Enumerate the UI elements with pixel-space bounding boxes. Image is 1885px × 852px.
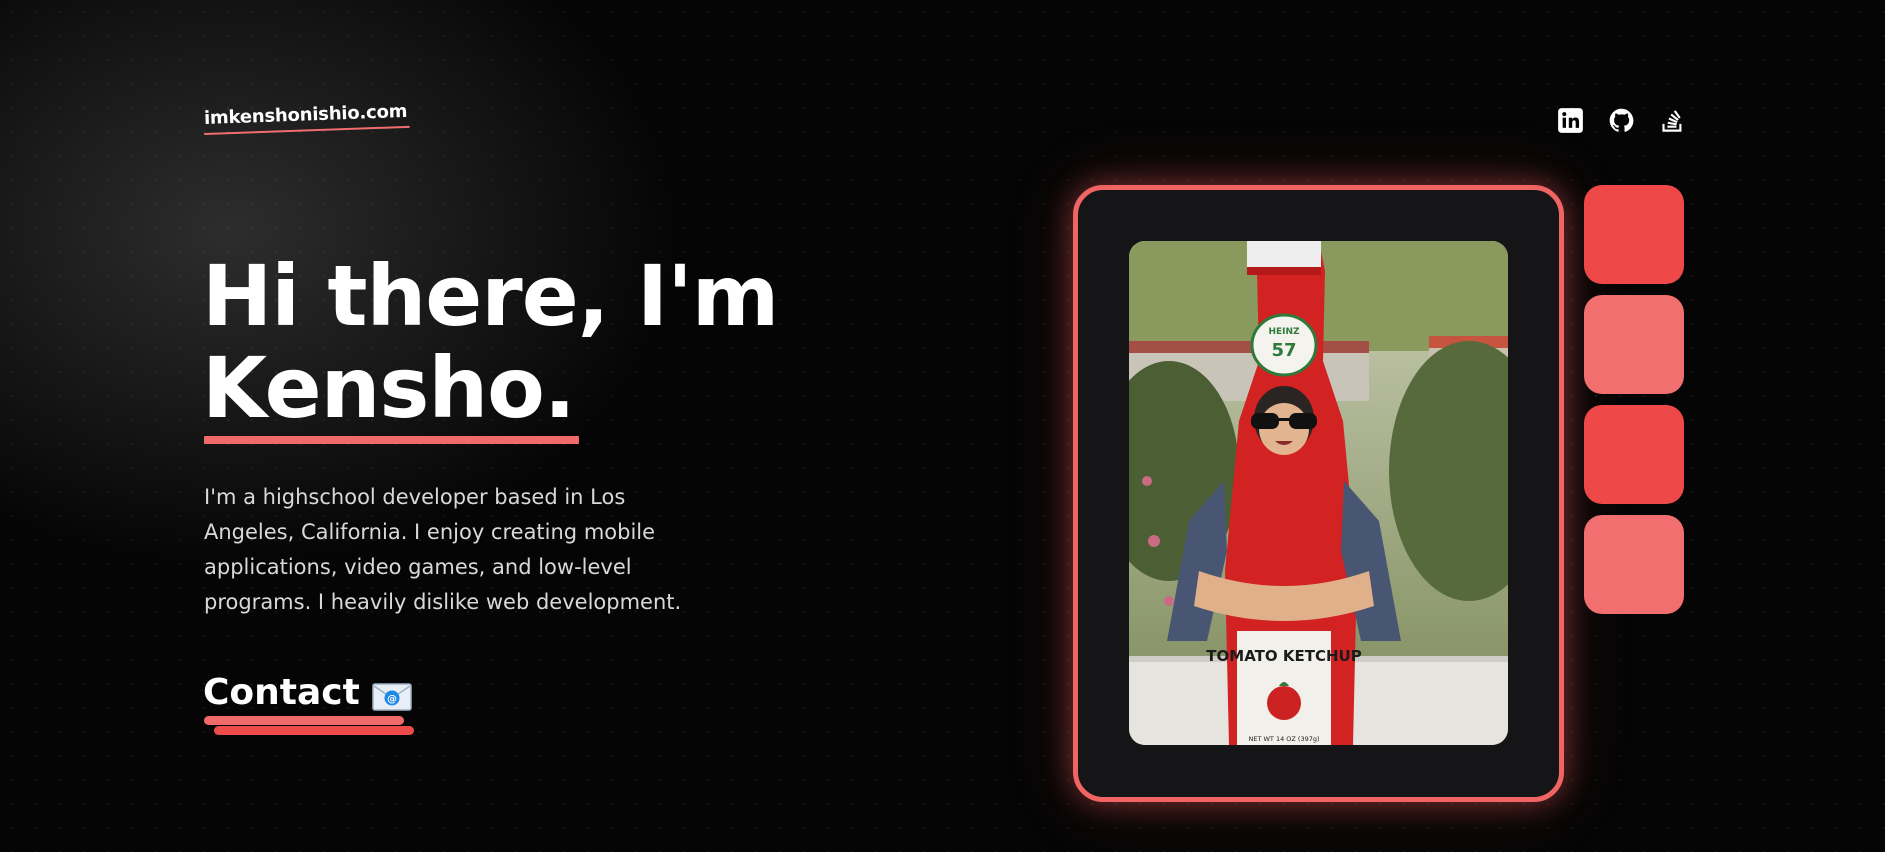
color-tile-1[interactable]: [1584, 185, 1684, 284]
photo-frame: HEINZ 57 TOMATO KETCHUP NET WT 14 OZ (39…: [1073, 185, 1564, 802]
color-tile-4[interactable]: [1584, 515, 1684, 614]
stackoverflow-icon[interactable]: [1658, 106, 1686, 134]
contact-label: Contact: [203, 672, 360, 713]
hero-greeting: Hi there, I'm: [202, 247, 779, 345]
contact-underline-shadow: [214, 726, 414, 735]
label-brand: HEINZ: [1268, 327, 1300, 337]
svg-text:@: @: [387, 694, 397, 705]
contact-link[interactable]: Contact @: [203, 672, 412, 713]
linkedin-icon[interactable]: [1556, 106, 1584, 134]
profile-photo: HEINZ 57 TOMATO KETCHUP NET WT 14 OZ (39…: [1129, 241, 1508, 745]
hero-heading: Hi there, I'm Kensho.: [202, 247, 779, 444]
label-net: NET WT 14 OZ (397g): [1248, 735, 1319, 743]
hero-name: Kensho.: [202, 339, 576, 437]
name-underline: [204, 436, 579, 444]
color-tile-3[interactable]: [1584, 405, 1684, 504]
label-product: TOMATO KETCHUP: [1206, 647, 1361, 665]
hero-bio: I'm a highschool developer based in Los …: [204, 485, 682, 614]
color-tile-2[interactable]: [1584, 295, 1684, 394]
site-link[interactable]: imkenshonishio.com: [204, 101, 408, 129]
envelope-icon: @: [372, 679, 412, 711]
label-number: 57: [1271, 340, 1296, 361]
contact-underline: [204, 716, 404, 725]
social-links: [1556, 106, 1686, 134]
color-tiles: [1584, 185, 1684, 614]
github-icon[interactable]: [1607, 106, 1635, 134]
